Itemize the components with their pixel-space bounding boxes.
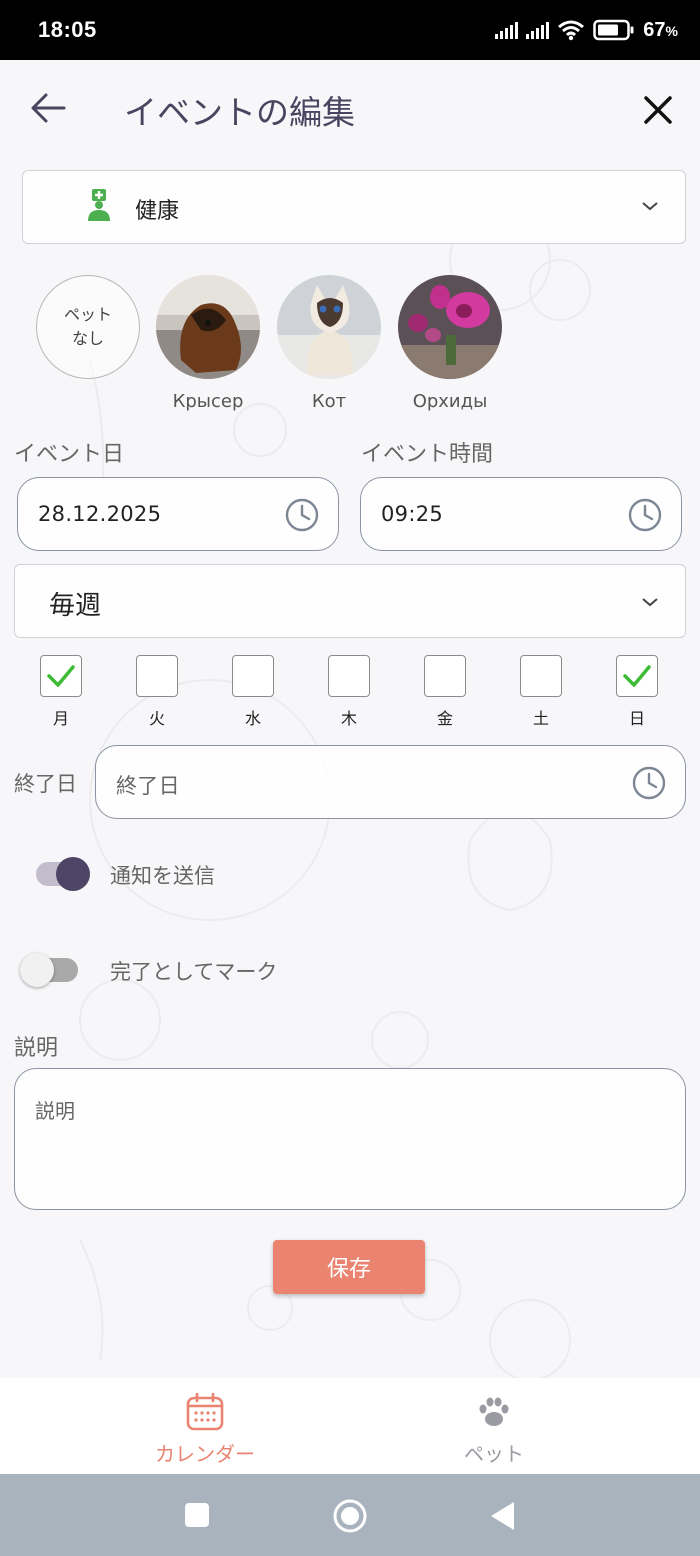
weekday-thu[interactable]: 木 [328, 655, 370, 728]
recent-apps-icon[interactable] [184, 1502, 210, 1528]
pet-none-label-2: なし [71, 329, 104, 348]
description-field[interactable]: 説明 [14, 1068, 686, 1210]
checkbox[interactable] [520, 655, 562, 697]
check-icon [623, 665, 651, 687]
app-bar: イベントの編集 [0, 60, 700, 156]
weekday-label: 金 [436, 709, 453, 728]
calendar-icon [186, 1392, 224, 1431]
checkbox[interactable] [136, 655, 178, 697]
signal-icon-2 [526, 21, 550, 39]
event-time-label: イベント時間 [361, 442, 494, 467]
category-select[interactable]: 健康 [22, 170, 686, 244]
pet-photo-orchid [398, 275, 502, 379]
weekday-wed[interactable]: 水 [232, 655, 274, 728]
checkbox[interactable] [424, 655, 466, 697]
event-time-field[interactable]: 09:25 [360, 477, 682, 551]
weekday-label: 木 [340, 709, 357, 728]
event-date-field[interactable]: 28.12.2025 [17, 477, 339, 551]
paw-icon [479, 1397, 509, 1426]
check-icon [47, 665, 75, 687]
pet-none-option[interactable]: ペット なし [36, 275, 140, 379]
chevron-down-icon [642, 202, 658, 211]
weekday-tue[interactable]: 火 [136, 655, 178, 728]
checkbox[interactable] [328, 655, 370, 697]
battery-percent: 67% [643, 18, 678, 41]
status-bar: 18:05 67% [0, 0, 700, 60]
pet-item[interactable]: Крысер [156, 275, 260, 412]
back-nav-icon[interactable] [488, 1500, 516, 1532]
weekday-label: 月 [52, 709, 69, 728]
weekday-label: 火 [148, 709, 165, 728]
chevron-down-icon [642, 598, 658, 607]
tab-pets-label: ペット [464, 1442, 524, 1466]
bottom-navigation: カレンダー ペット [0, 1378, 700, 1474]
system-navigation-bar [0, 1474, 700, 1556]
status-time: 18:05 [38, 17, 97, 42]
repeat-select[interactable]: 毎週 [14, 564, 686, 638]
weekday-fri[interactable]: 金 [424, 655, 466, 728]
page-title: イベントの編集 [124, 93, 355, 132]
close-icon[interactable] [640, 92, 676, 128]
end-date-placeholder: 終了日 [116, 774, 180, 798]
end-date-field[interactable]: 終了日 [95, 745, 686, 819]
status-icons: 67% [495, 19, 678, 42]
signal-icon [495, 21, 519, 39]
pet-photo-dog [156, 275, 260, 379]
pet-item[interactable]: Кот [277, 275, 381, 412]
pet-item[interactable]: Орхиды [398, 275, 502, 412]
end-date-label: 終了日 [14, 772, 77, 796]
tab-pets[interactable]: ペット [319, 1378, 669, 1474]
home-icon[interactable] [332, 1498, 368, 1534]
pet-photo-cat [277, 275, 381, 379]
weekday-sun[interactable]: 日 [616, 655, 658, 728]
mark-done-toggle[interactable] [20, 951, 80, 989]
weekday-sat[interactable]: 土 [520, 655, 562, 728]
weekday-label: 水 [244, 709, 261, 728]
pet-none-label-1: ペット [63, 305, 112, 324]
clock-icon[interactable] [627, 497, 663, 533]
event-date-label: イベント日 [14, 442, 125, 467]
checkbox[interactable] [40, 655, 82, 697]
back-arrow-icon[interactable] [28, 90, 68, 126]
description-label: 説明 [14, 1036, 59, 1061]
toggle-thumb [20, 953, 54, 987]
weekday-label: 日 [628, 709, 645, 728]
wifi-icon [558, 20, 585, 41]
clock-icon[interactable] [284, 497, 320, 533]
weekday-label: 土 [532, 709, 549, 728]
pet-name: Орхиды [412, 391, 488, 412]
event-date-value: 28.12.2025 [38, 502, 162, 526]
notify-toggle[interactable] [34, 855, 94, 893]
mark-done-label: 完了としてマーク [110, 960, 278, 984]
repeat-value: 毎週 [49, 591, 102, 621]
category-label: 健康 [135, 199, 180, 224]
checkbox[interactable] [232, 655, 274, 697]
event-time-value: 09:25 [381, 502, 444, 526]
checkbox[interactable] [616, 655, 658, 697]
toggle-thumb [56, 857, 90, 891]
clock-icon[interactable] [631, 765, 667, 801]
save-button[interactable]: 保存 [273, 1240, 425, 1294]
battery-icon [593, 19, 634, 41]
weekday-mon[interactable]: 月 [40, 655, 82, 728]
notify-label: 通知を送信 [110, 864, 215, 888]
description-placeholder: 説明 [35, 1099, 75, 1123]
health-icon [88, 189, 110, 221]
